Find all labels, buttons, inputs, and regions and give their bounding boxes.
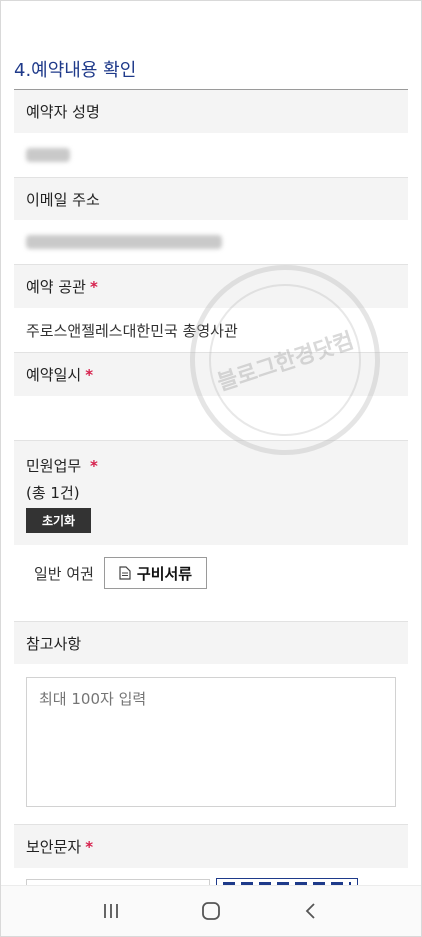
service-item-row: 일반 여권: [14, 550, 408, 596]
office-value-row: 주로스앤젤레스대한민국 총영사관: [14, 308, 408, 352]
notes-textarea[interactable]: [26, 677, 396, 807]
recent-apps-icon: [104, 904, 118, 918]
notes-label-row: 참고사항: [14, 621, 408, 664]
name-value-redacted: [26, 148, 70, 162]
home-button[interactable]: [191, 891, 231, 931]
reset-button[interactable]: 초기화: [26, 508, 91, 533]
system-navigation-bar: [1, 885, 421, 936]
required-mark: *: [89, 457, 98, 475]
recent-apps-button[interactable]: [91, 891, 131, 931]
captcha-label: 보안문자: [26, 838, 82, 856]
office-label: 예약 공관: [26, 278, 86, 296]
service-label: 민원업무: [26, 457, 82, 475]
name-label-row: 예약자 성명: [14, 90, 408, 133]
section-title: 4.예약내용 확인: [14, 60, 137, 81]
datetime-label: 예약일시: [26, 366, 82, 384]
required-mark: *: [89, 277, 98, 296]
required-docs-label: 구비서류: [136, 565, 193, 583]
required-mark: *: [85, 365, 94, 384]
office-label-row: 예약 공관 *: [14, 265, 408, 308]
document-icon: [119, 566, 131, 580]
required-mark: *: [85, 837, 94, 856]
office-value: 주로스앤젤레스대한민국 총영사관: [26, 321, 238, 340]
datetime-label-row: 예약일시 *: [14, 353, 408, 396]
email-label-row: 이메일 주소: [14, 178, 408, 220]
back-button[interactable]: [291, 891, 331, 931]
service-count: (총 1건): [26, 484, 80, 502]
notes-label: 참고사항: [26, 634, 82, 653]
email-value-row: [14, 220, 408, 264]
datetime-value-row: [14, 396, 408, 440]
service-item-label: 일반 여권: [34, 564, 94, 583]
email-value-redacted: [26, 235, 222, 249]
name-value-row: [14, 133, 408, 177]
home-icon: [202, 902, 220, 920]
name-label: 예약자 성명: [26, 103, 100, 121]
required-docs-button[interactable]: 구비서류: [104, 557, 207, 589]
captcha-label-row: 보안문자 *: [14, 824, 408, 868]
back-icon: [305, 903, 315, 919]
email-label: 이메일 주소: [26, 190, 100, 209]
